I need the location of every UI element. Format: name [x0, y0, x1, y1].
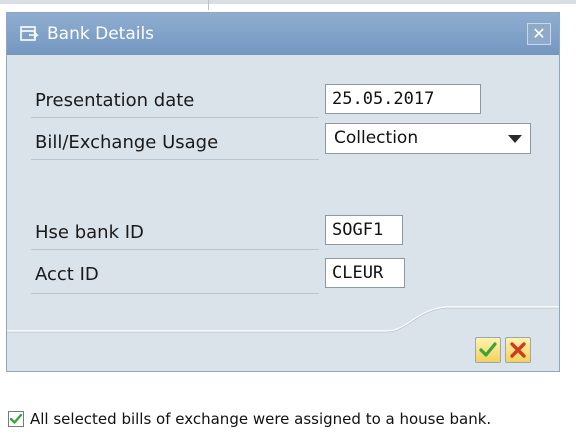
confirm-button[interactable] — [475, 337, 501, 363]
dialog-titlebar[interactable]: Bank Details ✕ — [7, 13, 559, 55]
cancel-button[interactable] — [505, 337, 531, 363]
chevron-down-icon[interactable] — [508, 135, 522, 143]
acct-id-label: Acct ID — [35, 264, 99, 285]
bill-exchange-usage-label: Bill/Exchange Usage — [35, 132, 219, 153]
footer-divider — [7, 306, 559, 333]
background-strip — [0, 0, 576, 4]
presentation-date-field[interactable]: 25.05.2017 — [325, 84, 481, 114]
row-separator — [31, 293, 319, 294]
dialog-window-icon — [19, 24, 39, 44]
presentation-date-value: 25.05.2017 — [332, 89, 435, 109]
close-button[interactable]: ✕ — [527, 23, 551, 45]
hse-bank-id-value: SOGF1 — [332, 220, 384, 240]
background-divider — [208, 0, 209, 10]
success-check-icon — [8, 411, 24, 427]
hse-bank-id-label: Hse bank ID — [35, 222, 144, 243]
status-message: All selected bills of exchange were assi… — [30, 410, 492, 428]
status-bar: All selected bills of exchange were assi… — [6, 407, 572, 431]
close-icon: ✕ — [532, 24, 546, 43]
row-separator — [31, 249, 319, 250]
acct-id-field[interactable]: CLEUR — [325, 258, 405, 288]
dialog-title: Bank Details — [47, 24, 155, 44]
bill-exchange-usage-value: Collection — [334, 128, 419, 148]
acct-id-value: CLEUR — [332, 263, 384, 283]
checkmark-icon — [479, 342, 497, 357]
presentation-date-label: Presentation date — [35, 90, 195, 111]
bank-details-dialog: Bank Details ✕ Presentation date 25.05.2… — [6, 12, 560, 372]
cross-icon — [510, 342, 526, 358]
row-separator — [31, 117, 319, 118]
bill-exchange-usage-select[interactable]: Collection — [325, 123, 531, 154]
row-separator — [31, 159, 319, 160]
hse-bank-id-field[interactable]: SOGF1 — [325, 215, 403, 245]
